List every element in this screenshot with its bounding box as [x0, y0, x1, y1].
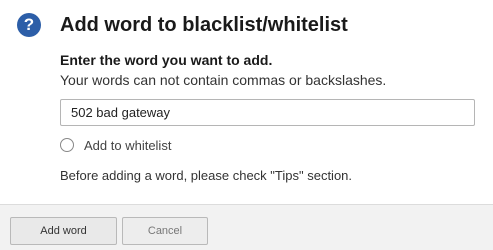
word-input[interactable] [60, 99, 475, 126]
dialog-footer: Add word Cancel [0, 204, 493, 250]
whitelist-label[interactable]: Add to whitelist [84, 138, 171, 153]
help-icon: ? [17, 13, 41, 37]
input-hint: Your words can not contain commas or bac… [60, 72, 387, 88]
cancel-button[interactable]: Cancel [122, 217, 208, 245]
whitelist-radio[interactable] [60, 138, 74, 152]
add-word-dialog: ? Add word to blacklist/whitelist Enter … [0, 0, 493, 250]
whitelist-option[interactable]: Add to whitelist [60, 136, 171, 154]
input-prompt: Enter the word you want to add. [60, 52, 273, 68]
add-word-button[interactable]: Add word [10, 217, 117, 245]
dialog-title: Add word to blacklist/whitelist [60, 14, 348, 36]
tips-note: Before adding a word, please check "Tips… [60, 168, 353, 183]
